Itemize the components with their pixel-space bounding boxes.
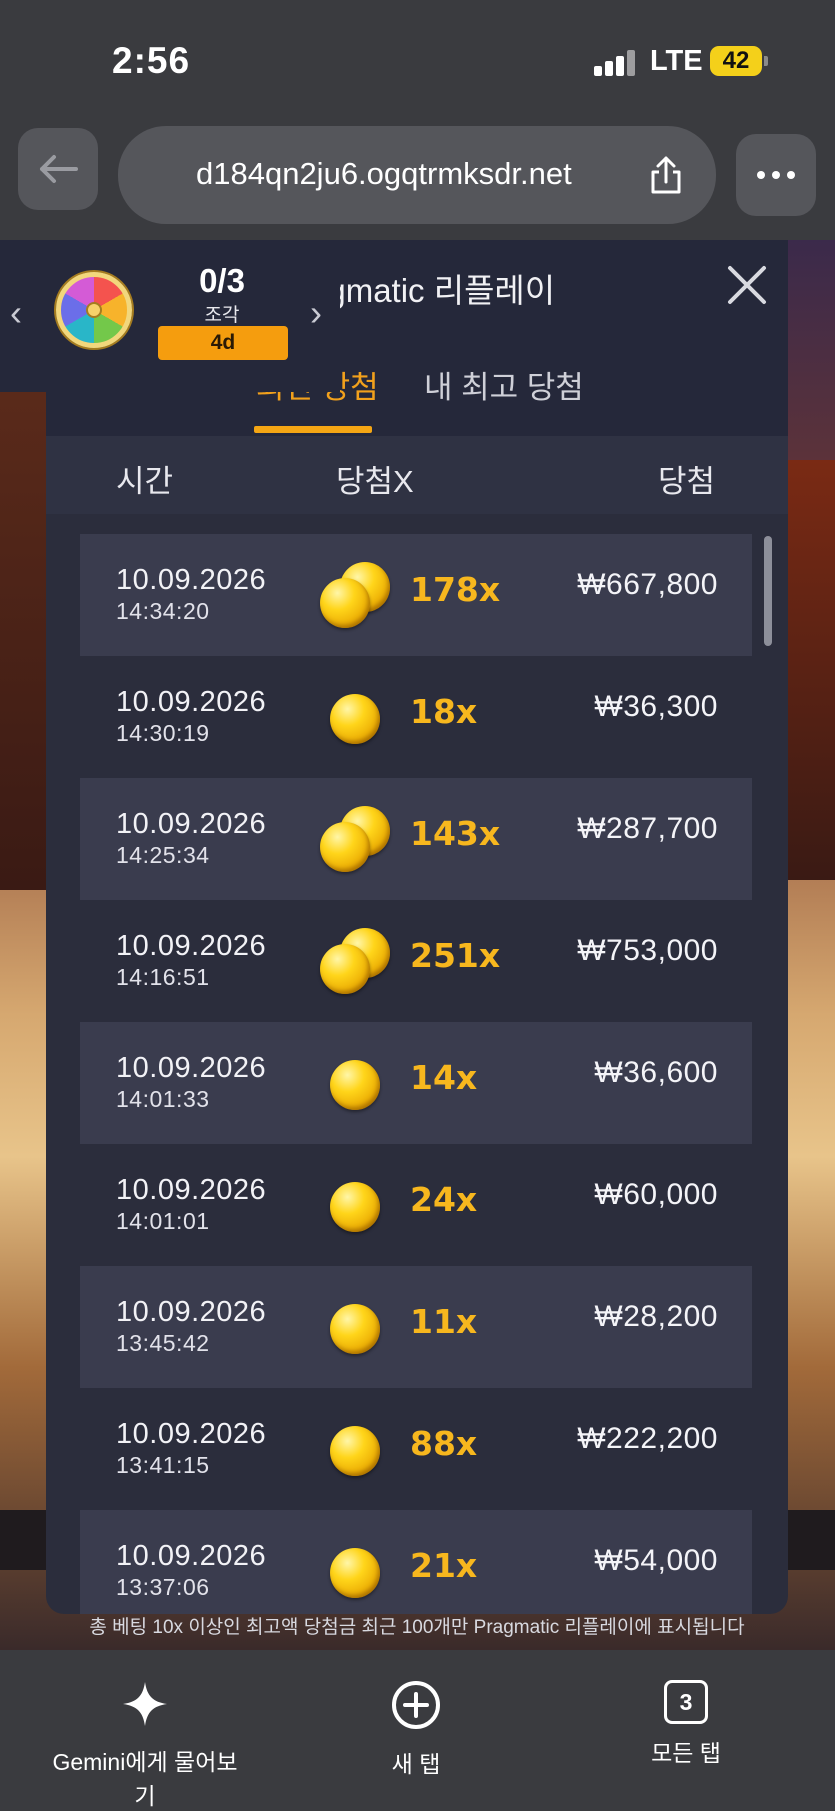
table-row[interactable]: 10.09.2026 13:37:06 21x ₩54,000 [80,1510,752,1614]
battery-icon: 42 [710,46,762,76]
back-button[interactable] [18,128,98,210]
row-win-amount: ₩753,000 [577,934,718,967]
row-time: 13:37:06 [116,1574,210,1600]
row-win-amount: ₩36,300 [594,690,718,723]
table-row[interactable]: 10.09.2026 14:25:34 143x ₩287,700 [80,778,752,900]
new-tab-button[interactable]: 새 탭 [366,1680,466,1779]
more-options-button[interactable] [736,134,816,216]
new-tab-label: 새 탭 [391,1751,441,1777]
row-win-amount: ₩28,200 [594,1300,718,1333]
close-icon[interactable] [726,264,768,306]
row-time: 13:41:15 [116,1452,210,1478]
plus-circle-icon [392,1681,440,1729]
active-tab-indicator [254,426,372,433]
row-date: 10.09.2026 [116,1052,267,1084]
coin-icon [318,1292,398,1364]
replay-modal: Pragmatic 리플레이 최신 당첨 내 최고 당첨 시간 당첨X 당첨 1… [46,240,788,1614]
scrollbar[interactable] [764,536,772,646]
row-multiplier: 14x [410,1058,478,1097]
coin-icon [318,926,398,998]
row-time: 14:25:34 [116,842,210,868]
network-type: LTE [650,45,703,77]
row-date: 10.09.2026 [116,686,267,718]
battery-nub [764,56,768,66]
footnote: 총 베팅 10x 이상인 최고액 당첨금 최근 100개만 Pragmatic … [89,1617,745,1638]
piece-timer: 4d [158,326,288,360]
coin-icon [318,1536,398,1608]
game-reel-edge-right [786,460,835,880]
row-date: 10.09.2026 [116,1540,267,1572]
row-time: 14:01:33 [116,1086,210,1112]
arrow-left-icon [40,155,78,183]
all-tabs-label: 모든 탭 [651,1740,721,1766]
game-reel-edge-left [0,390,48,890]
row-time: 13:45:42 [116,1330,210,1356]
row-date: 10.09.2026 [116,808,267,840]
address-bar[interactable]: d184qn2ju6.ogqtrmksdr.net [118,126,716,224]
chevron-left-icon[interactable]: ‹ [10,292,22,334]
table-row[interactable]: 10.09.2026 13:45:42 11x ₩28,200 [80,1266,752,1388]
status-bar: 2:56 LTE 42 [0,0,835,120]
coin-icon [318,804,398,876]
row-multiplier: 88x [410,1424,478,1463]
row-time: 14:01:01 [116,1208,210,1234]
row-win-amount: ₩287,700 [577,812,718,845]
piece-count: 0/3 [199,262,245,299]
row-multiplier: 251x [410,936,501,975]
clock: 2:56 [112,40,191,81]
row-date: 10.09.2026 [116,564,267,596]
coin-icon [318,1048,398,1120]
row-date: 10.09.2026 [116,1296,267,1328]
tab-my-best-wins[interactable]: 내 최고 당첨 [424,362,584,407]
row-multiplier: 24x [410,1180,478,1219]
column-header-multiplier: 당첨X [336,464,414,499]
signal-icon [594,50,636,76]
row-multiplier: 21x [410,1546,478,1585]
column-header-win: 당첨 [658,464,716,499]
sparkle-icon [123,1682,167,1726]
row-time: 14:16:51 [116,964,210,990]
bottom-toolbar: Gemini에게 물어보기 새 탭 3 모든 탭 [0,1650,835,1811]
table-row[interactable]: 10.09.2026 14:34:20 178x ₩667,800 [80,534,752,656]
row-multiplier: 143x [410,814,501,853]
row-win-amount: ₩60,000 [594,1178,718,1211]
share-icon[interactable] [648,154,684,196]
row-date: 10.09.2026 [116,930,267,962]
row-win-amount: ₩222,200 [577,1422,718,1455]
prize-wheel-icon [56,272,132,348]
row-date: 10.09.2026 [116,1174,267,1206]
coin-icon [318,682,398,754]
row-multiplier: 11x [410,1302,478,1341]
gemini-label: Gemini에게 물어보기 [52,1749,238,1809]
table-header: 시간 당첨X 당첨 [46,436,788,514]
coin-icon [318,1414,398,1486]
tab-count-icon: 3 [664,1680,708,1724]
browser-toolbar: d184qn2ju6.ogqtrmksdr.net [0,120,835,240]
row-date: 10.09.2026 [116,1418,267,1450]
row-win-amount: ₩54,000 [594,1544,718,1577]
coin-icon [318,1170,398,1242]
column-header-time: 시간 [116,464,174,499]
all-tabs-button[interactable]: 3 모든 탭 [636,1680,736,1768]
piece-widget[interactable]: ‹ 0/3 조각 4d › [0,240,340,392]
piece-label: 조각 [204,305,240,326]
coin-icon [318,560,398,632]
row-time: 14:30:19 [116,720,210,746]
table-row[interactable]: 10.09.2026 14:30:19 18x ₩36,300 [80,656,752,778]
row-win-amount: ₩667,800 [577,568,718,601]
table-row[interactable]: 10.09.2026 13:41:15 88x ₩222,200 [80,1388,752,1510]
row-win-amount: ₩36,600 [594,1056,718,1089]
wins-table[interactable]: 10.09.2026 14:34:20 178x ₩667,800 10.09.2026… [80,534,752,1614]
table-row[interactable]: 10.09.2026 14:16:51 251x ₩753,000 [80,900,752,1022]
gemini-button[interactable]: Gemini에게 물어보기 [42,1680,248,1811]
chevron-right-icon[interactable]: › [310,292,322,334]
table-row[interactable]: 10.09.2026 14:01:33 14x ₩36,600 [80,1022,752,1144]
row-time: 14:34:20 [116,598,210,624]
url-text: d184qn2ju6.ogqtrmksdr.net [196,156,572,191]
row-multiplier: 178x [410,570,501,609]
row-multiplier: 18x [410,692,478,731]
table-row[interactable]: 10.09.2026 14:01:01 24x ₩60,000 [80,1144,752,1266]
